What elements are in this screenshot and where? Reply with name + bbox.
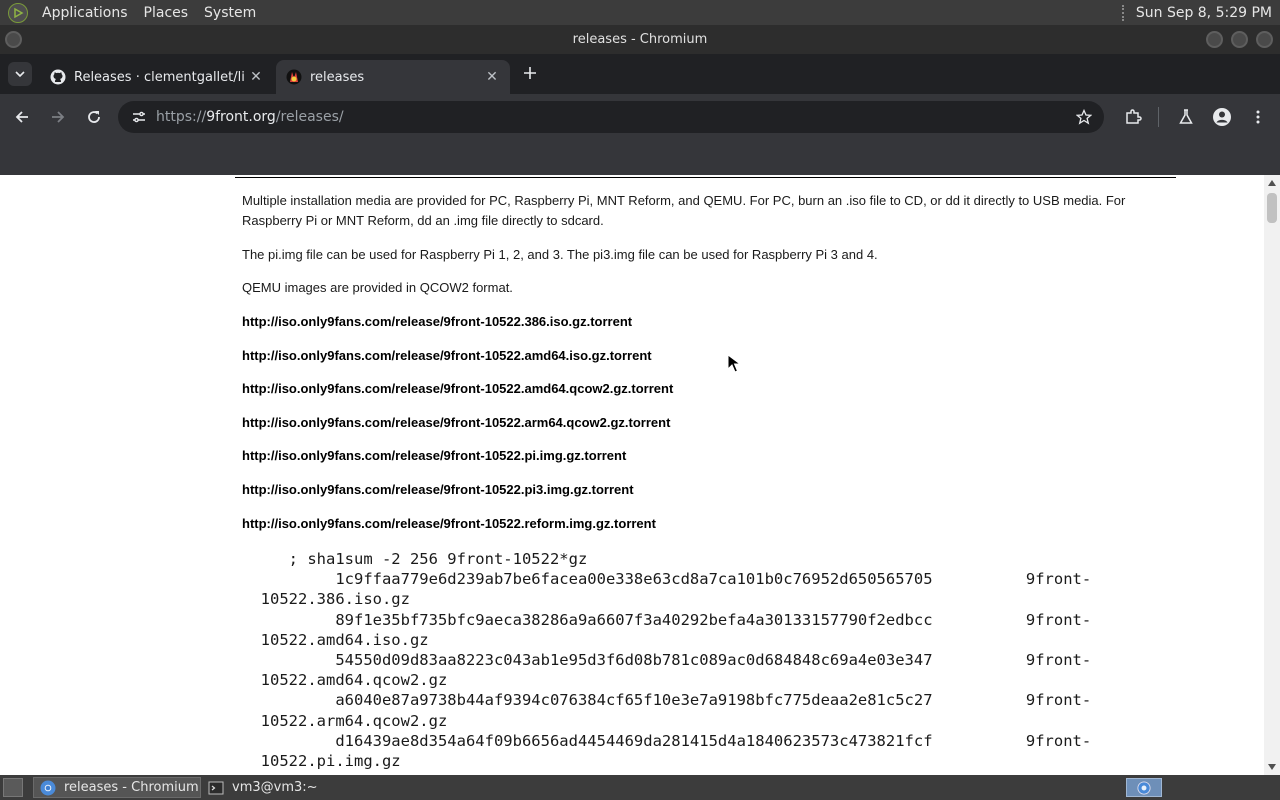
window-titlebar[interactable]: releases - Chromium bbox=[0, 25, 1280, 54]
9front-bunny-icon bbox=[286, 69, 302, 85]
profile-button[interactable] bbox=[1208, 103, 1236, 131]
applications-menu[interactable]: Applications bbox=[34, 5, 136, 21]
bookmarks-bar bbox=[0, 140, 1280, 175]
torrent-link-pi3-img[interactable]: http://iso.only9fans.com/release/9front-… bbox=[242, 480, 1177, 500]
chromium-icon bbox=[40, 780, 56, 795]
torrent-link-amd64-iso[interactable]: http://iso.only9fans.com/release/9front-… bbox=[242, 346, 1177, 366]
torrent-link-pi-img[interactable]: http://iso.only9fans.com/release/9front-… bbox=[242, 446, 1177, 466]
pi-note: The pi.img file can be used for Raspberr… bbox=[242, 247, 878, 262]
extensions-button[interactable] bbox=[1119, 103, 1147, 131]
close-tab-icon[interactable]: ✕ bbox=[246, 67, 266, 87]
tab-github-releases[interactable]: Releases · clementgallet/libT ✕ bbox=[40, 60, 274, 94]
toolbar-divider bbox=[1158, 107, 1159, 127]
reload-button[interactable] bbox=[80, 103, 108, 131]
reload-icon bbox=[88, 111, 100, 123]
terminal-icon bbox=[208, 781, 224, 794]
arrow-right-icon bbox=[52, 111, 65, 123]
chevron-down-icon bbox=[15, 71, 25, 78]
installation-intro: Multiple installation media are provided… bbox=[242, 193, 1126, 228]
taskbar-item-label: vm3@vm3:~ bbox=[232, 780, 318, 795]
panel-clock-area[interactable]: Sun Sep 8, 5:29 PM bbox=[1121, 0, 1272, 25]
torrent-link-amd64-qcow2[interactable]: http://iso.only9fans.com/release/9front-… bbox=[242, 379, 1177, 399]
tab-strip: Releases · clementgallet/libT ✕ releases… bbox=[0, 54, 1280, 94]
top-panel: Applications Places System Sun Sep 8, 5:… bbox=[0, 0, 1280, 25]
address-url[interactable]: https://9front.org/releases/ bbox=[156, 109, 344, 125]
tab-title: releases bbox=[310, 69, 365, 85]
address-bar[interactable]: https://9front.org/releases/ bbox=[118, 101, 1104, 133]
taskbar-item-chromium[interactable]: releases - Chromium bbox=[33, 777, 201, 798]
torrent-link-reform-img[interactable]: http://iso.only9fans.com/release/9front-… bbox=[242, 514, 1177, 534]
checksum-listing: ; sha1sum -2 256 9front-10522*gz 1c9ffaa… bbox=[260, 550, 1092, 771]
distro-logo-icon[interactable] bbox=[8, 2, 28, 23]
taskbar-item-terminal[interactable]: vm3@vm3:~ bbox=[202, 777, 372, 798]
scrollbar-thumb[interactable] bbox=[1267, 193, 1277, 223]
tab-title: Releases · clementgallet/libT bbox=[74, 69, 246, 85]
tab-search-button[interactable] bbox=[8, 62, 32, 86]
web-page: Multiple installation media are provided… bbox=[0, 175, 1264, 775]
github-icon bbox=[50, 69, 66, 85]
minimize-button[interactable] bbox=[1206, 31, 1223, 48]
workspace-switcher[interactable] bbox=[1126, 778, 1162, 797]
show-desktop-button[interactable] bbox=[3, 778, 23, 797]
scroll-up-arrow-icon[interactable] bbox=[1268, 180, 1276, 186]
window-menu-button[interactable] bbox=[5, 31, 22, 48]
qemu-note: QEMU images are provided in QCOW2 format… bbox=[242, 280, 513, 295]
flask-icon bbox=[1179, 109, 1193, 124]
kebab-menu-icon bbox=[1256, 110, 1260, 124]
places-menu[interactable]: Places bbox=[136, 5, 197, 21]
bottom-taskbar: releases - Chromium vm3@vm3:~ bbox=[0, 775, 1280, 800]
scroll-down-arrow-icon[interactable] bbox=[1268, 764, 1276, 770]
plus-icon bbox=[524, 67, 536, 79]
account-icon bbox=[1213, 108, 1231, 126]
torrent-link-386-iso[interactable]: http://iso.only9fans.com/release/9front-… bbox=[242, 312, 1177, 332]
new-tab-button[interactable] bbox=[518, 61, 542, 85]
chromium-icon bbox=[1137, 780, 1151, 795]
maximize-button[interactable] bbox=[1231, 31, 1248, 48]
bookmark-star-icon[interactable] bbox=[1074, 107, 1094, 127]
torrent-link-arm64-qcow2[interactable]: http://iso.only9fans.com/release/9front-… bbox=[242, 413, 1177, 433]
window-title: releases - Chromium bbox=[572, 32, 708, 47]
mouse-cursor-icon bbox=[727, 354, 742, 373]
labs-button[interactable] bbox=[1172, 103, 1200, 131]
arrow-left-icon bbox=[15, 111, 28, 123]
close-tab-icon[interactable]: ✕ bbox=[482, 67, 502, 87]
system-menu[interactable]: System bbox=[196, 5, 264, 21]
tab-releases[interactable]: releases ✕ bbox=[276, 60, 510, 94]
panel-clock[interactable]: Sun Sep 8, 5:29 PM bbox=[1136, 5, 1272, 21]
taskbar-item-label: releases - Chromium bbox=[64, 780, 199, 795]
browser-toolbar: https://9front.org/releases/ bbox=[0, 94, 1280, 140]
horizontal-rule bbox=[235, 177, 1176, 178]
chrome-menu-button[interactable] bbox=[1244, 103, 1272, 131]
puzzle-icon bbox=[1126, 109, 1142, 124]
page-scrollbar[interactable] bbox=[1264, 175, 1280, 775]
site-info-icon[interactable] bbox=[124, 105, 154, 129]
close-window-button[interactable] bbox=[1256, 31, 1273, 48]
back-button[interactable] bbox=[8, 103, 36, 131]
forward-button[interactable] bbox=[44, 103, 72, 131]
panel-separator bbox=[1121, 4, 1130, 21]
